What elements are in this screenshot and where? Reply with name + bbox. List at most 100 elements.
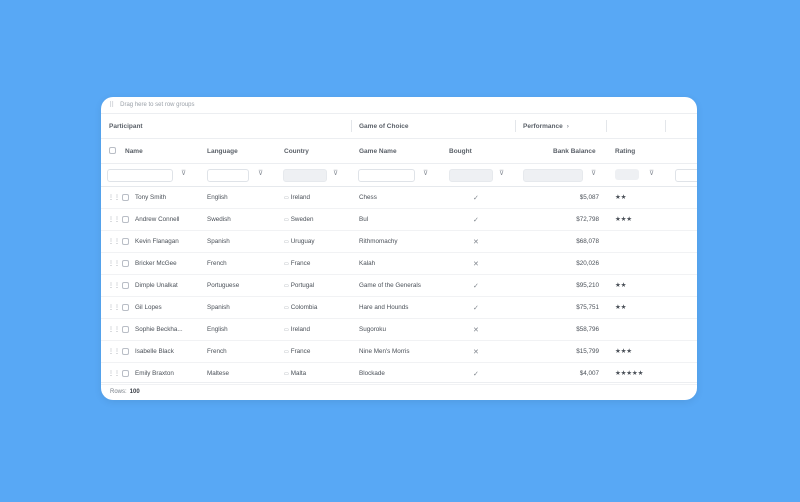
table-row[interactable]: ⋮⋮ Gil Lopes Spanish ▭ Colombia Hare and … xyxy=(101,297,697,319)
row-count-value: 100 xyxy=(129,388,140,395)
flag-icon: ▭ xyxy=(284,194,289,201)
table-row[interactable]: ⋮⋮ Sophie Beckha... English ▭ Ireland Sug… xyxy=(101,319,697,341)
cell-country: ▭ France xyxy=(284,348,311,355)
filter-icon[interactable]: ⊽ xyxy=(258,169,263,177)
table-row[interactable]: ⋮⋮ Tony Smith English ▭ Ireland Chess ✓ $… xyxy=(101,187,697,209)
table-row[interactable]: ⋮⋮ Bricker McGee French ▭ France Kalah ✕ … xyxy=(101,253,697,275)
column-header-row: Name Language Country Game Name Bought B… xyxy=(101,139,697,164)
cell-country: ▭ Portugal xyxy=(284,282,315,289)
cell-name: Emily Braxton xyxy=(135,370,174,377)
row-drag-icon[interactable]: ⋮⋮ xyxy=(108,341,120,362)
row-drag-icon[interactable]: ⋮⋮ xyxy=(108,187,120,208)
cell-name: Dimple Unalkat xyxy=(135,282,178,289)
row-checkbox[interactable] xyxy=(122,194,129,201)
filter-icon[interactable]: ⊽ xyxy=(181,169,186,177)
filter-input-bank-balance[interactable] xyxy=(523,169,583,182)
cell-country: ▭ Sweden xyxy=(284,216,314,223)
group-divider xyxy=(515,120,516,132)
cell-bought: ✕ xyxy=(473,326,479,334)
row-checkbox[interactable] xyxy=(122,282,129,289)
cell-rating: ★★★ xyxy=(615,216,632,223)
group-header-performance[interactable]: Performance › xyxy=(523,114,569,138)
cell-country: ▭ Uruguay xyxy=(284,238,315,245)
cell-bank-balance: $68,078 xyxy=(576,238,599,245)
cell-bought: ✕ xyxy=(473,238,479,246)
filter-input-extra[interactable] xyxy=(675,169,697,182)
filter-input-country[interactable] xyxy=(283,169,327,182)
filter-input-language[interactable] xyxy=(207,169,249,182)
row-drag-icon[interactable]: ⋮⋮ xyxy=(108,319,120,340)
table-row[interactable]: ⋮⋮ Andrew Connell Swedish ▭ Sweden Bul ✓ … xyxy=(101,209,697,231)
row-drag-icon[interactable]: ⋮⋮ xyxy=(108,209,120,230)
table-row[interactable]: ⋮⋮ Isabelle Black French ▭ France Nine Me… xyxy=(101,341,697,363)
row-drag-icon[interactable]: ⋮⋮ xyxy=(108,363,120,384)
cell-rating: ★★ xyxy=(615,304,627,311)
filter-input-bought[interactable] xyxy=(449,169,493,182)
filter-icon[interactable]: ⊽ xyxy=(591,169,596,177)
cell-name: Bricker McGee xyxy=(135,260,177,267)
cell-rating: ★★★★★ xyxy=(615,370,644,377)
cell-name: Andrew Connell xyxy=(135,216,180,223)
row-checkbox[interactable] xyxy=(122,238,129,245)
row-checkbox[interactable] xyxy=(122,348,129,355)
cell-country: ▭ Ireland xyxy=(284,194,310,201)
cell-name: Tony Smith xyxy=(135,194,167,201)
row-group-placeholder: Drag here to set row groups xyxy=(120,102,195,108)
filter-input-game-name[interactable] xyxy=(358,169,415,182)
cell-bought: ✓ xyxy=(473,194,479,202)
cell-bought: ✓ xyxy=(473,370,479,378)
cell-name: Kevin Flanagan xyxy=(135,238,179,245)
cell-game-name: Game of the Generals xyxy=(359,282,421,289)
table-row[interactable]: ⋮⋮ Kevin Flanagan Spanish ▭ Uruguay Rithm… xyxy=(101,231,697,253)
filter-input-rating[interactable] xyxy=(615,169,639,180)
row-group-panel[interactable]: ⠿ Drag here to set row groups xyxy=(101,97,697,114)
flag-icon: ▭ xyxy=(284,216,289,223)
row-drag-icon[interactable]: ⋮⋮ xyxy=(108,297,120,318)
row-checkbox[interactable] xyxy=(122,216,129,223)
cell-bank-balance: $5,087 xyxy=(579,194,599,201)
cell-bank-balance: $4,007 xyxy=(579,370,599,377)
filter-icon[interactable]: ⊽ xyxy=(499,169,504,177)
row-drag-icon[interactable]: ⋮⋮ xyxy=(108,275,120,296)
cell-game-name: Blockade xyxy=(359,370,385,377)
cell-bank-balance: $58,796 xyxy=(576,326,599,333)
cell-country: ▭ Malta xyxy=(284,370,307,377)
column-header-bank-balance[interactable]: Bank Balance xyxy=(553,139,596,163)
row-checkbox[interactable] xyxy=(122,370,129,377)
cell-language: Spanish xyxy=(207,238,230,245)
column-header-language[interactable]: Language xyxy=(207,139,238,163)
filter-icon[interactable]: ⊽ xyxy=(333,169,338,177)
cell-name: Gil Lopes xyxy=(135,304,162,311)
column-header-bought[interactable]: Bought xyxy=(449,139,472,163)
filter-icon[interactable]: ⊽ xyxy=(649,169,654,177)
filter-input-name[interactable] xyxy=(107,169,173,182)
row-checkbox[interactable] xyxy=(122,326,129,333)
column-group-header: Participant Game of Choice Performance › xyxy=(101,114,697,139)
flag-icon: ▭ xyxy=(284,304,289,311)
cell-name: Isabelle Black xyxy=(135,348,174,355)
group-header-game[interactable]: Game of Choice xyxy=(359,114,408,138)
expand-chevron-icon[interactable]: › xyxy=(567,123,569,130)
row-drag-icon[interactable]: ⋮⋮ xyxy=(108,231,120,252)
table-row[interactable]: ⋮⋮ Dimple Unalkat Portuguese ▭ Portugal G… xyxy=(101,275,697,297)
filter-icon[interactable]: ⊽ xyxy=(423,169,428,177)
column-header-name[interactable]: Name xyxy=(125,139,143,163)
column-header-rating[interactable]: Rating xyxy=(615,139,635,163)
drag-handle-icon: ⠿ xyxy=(109,102,115,109)
flag-icon: ▭ xyxy=(284,370,289,377)
cell-language: English xyxy=(207,194,228,201)
flag-icon: ▭ xyxy=(284,238,289,245)
column-header-country[interactable]: Country xyxy=(284,139,309,163)
row-drag-icon[interactable]: ⋮⋮ xyxy=(108,253,120,274)
column-header-game-name[interactable]: Game Name xyxy=(359,139,397,163)
grid-body: ⋮⋮ Tony Smith English ▭ Ireland Chess ✓ $… xyxy=(101,187,697,385)
select-all-checkbox[interactable] xyxy=(109,147,116,154)
flag-icon: ▭ xyxy=(284,260,289,267)
row-checkbox[interactable] xyxy=(122,304,129,311)
cell-rating: ★★★ xyxy=(615,348,632,355)
floating-filter-row: ⊽ ⊽ ⊽ ⊽ ⊽ ⊽ ⊽ xyxy=(101,164,697,187)
group-header-participant[interactable]: Participant xyxy=(109,114,143,138)
group-divider xyxy=(351,120,352,132)
row-checkbox[interactable] xyxy=(122,260,129,267)
cell-bank-balance: $95,210 xyxy=(576,282,599,289)
